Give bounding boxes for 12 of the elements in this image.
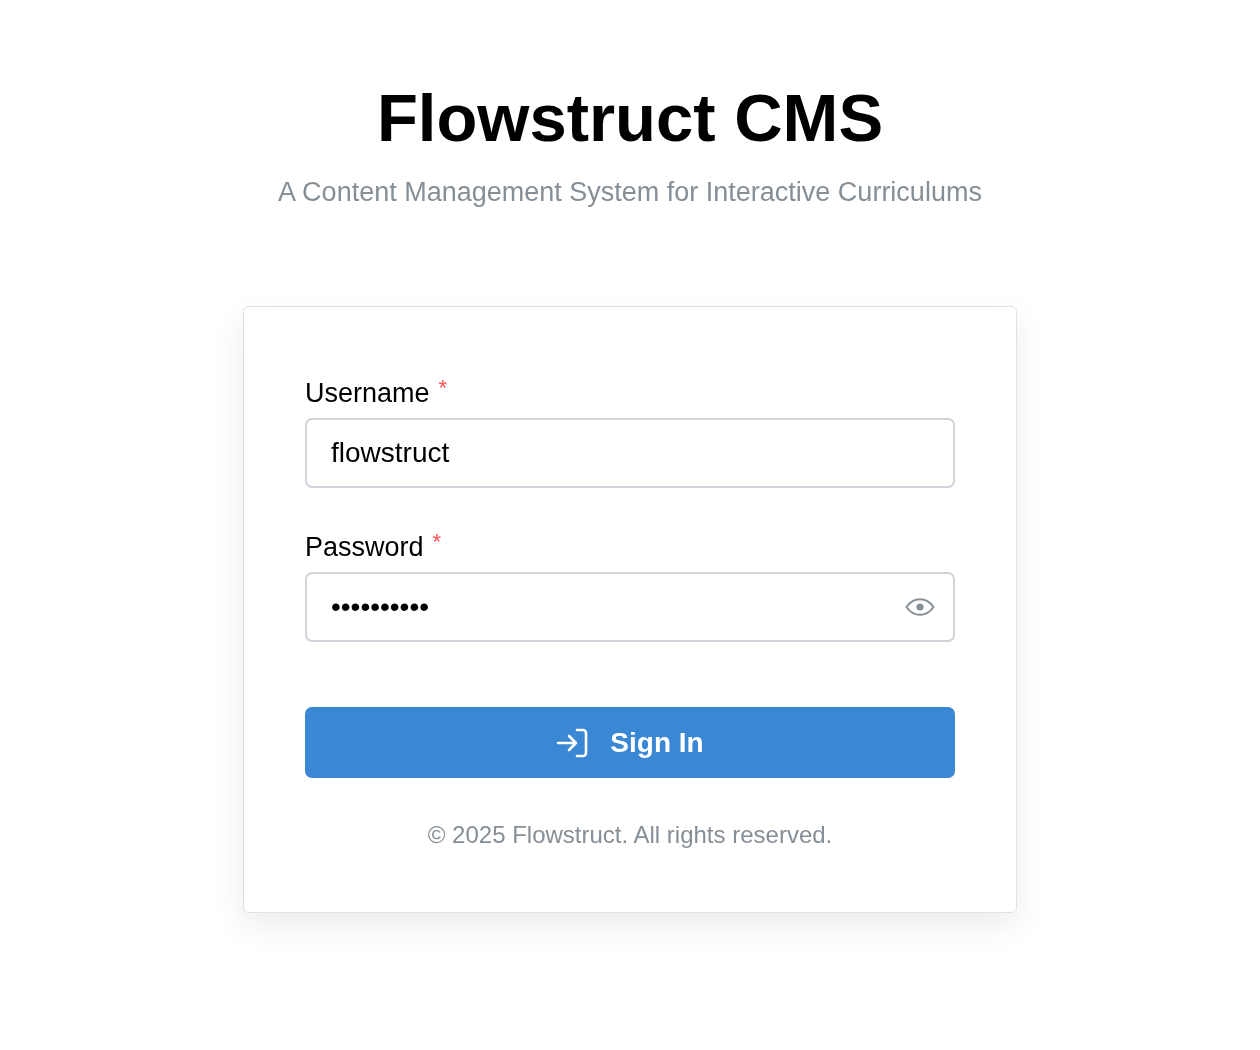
username-field[interactable]: flowstruct [305,418,955,488]
field-label: Username [305,377,430,409]
copyright-text: © 2025 Flowstruct. All rights reserved. [426,820,834,850]
app-title: Flowstruct CMS [376,79,884,156]
field-label: Password [305,531,424,563]
required-mark: * [432,531,442,553]
login-arrow-icon [556,727,589,758]
sign-in-button[interactable]: Sign In [305,707,955,778]
eye-icon[interactable] [905,598,935,616]
required-mark: * [438,377,448,399]
app-subtitle: A Content Management System for Interactive Curriculums [278,176,982,208]
password-field[interactable]: •••••••••• [305,572,955,642]
